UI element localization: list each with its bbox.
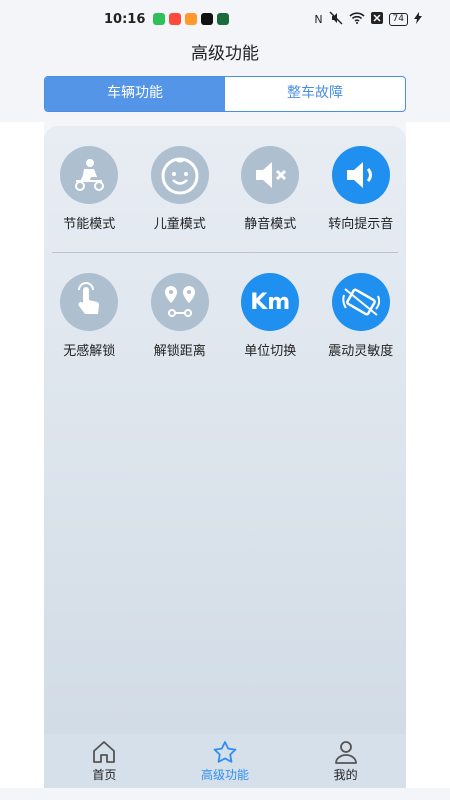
nfc-icon: N	[314, 12, 323, 26]
feature-turn-sound[interactable]: 转向提示音	[316, 146, 407, 232]
eco-scooter-icon	[60, 146, 119, 204]
mute-speaker-icon	[241, 146, 300, 204]
notification-app-icon	[153, 13, 166, 25]
feature-label: 儿童模式	[153, 217, 206, 232]
child-face-icon	[150, 146, 209, 204]
feature-unlock-distance[interactable]: 解锁距离	[135, 273, 226, 359]
nav-profile[interactable]: 我的	[285, 734, 406, 788]
star-icon	[213, 740, 237, 763]
notification-app-icon	[185, 13, 198, 25]
feature-label: 静音模式	[244, 217, 297, 232]
notification-app-icon	[201, 13, 214, 25]
feature-panel: 节能模式 儿童模式 静音模式 转向提示音 无感解锁 解锁距离 Km 单位切换 震…	[44, 126, 406, 734]
feature-row: 无感解锁 解锁距离 Km 单位切换 震动灵敏度	[44, 273, 406, 359]
left-margin	[0, 122, 44, 792]
charging-icon	[414, 11, 422, 27]
feature-unit-switch[interactable]: Km 单位切换	[225, 273, 316, 359]
feature-touch-unlock[interactable]: 无感解锁	[44, 273, 135, 359]
feature-eco-mode[interactable]: 节能模式	[44, 146, 135, 232]
nav-label: 我的	[333, 767, 358, 782]
nav-label: 首页	[92, 767, 117, 782]
app-screen: 10:16 N 74 高级功能 车辆功能 整车故障 节能模式 儿童模式 静音模式…	[0, 0, 450, 800]
feature-child-mode[interactable]: 儿童模式	[135, 146, 226, 232]
feature-mute-mode[interactable]: 静音模式	[225, 146, 316, 232]
feature-row: 节能模式 儿童模式 静音模式 转向提示音	[44, 146, 406, 232]
battery-indicator: 74	[388, 12, 408, 26]
system-gesture-bar	[0, 788, 450, 800]
status-right: N 74	[314, 11, 422, 28]
distance-pins-icon	[150, 273, 209, 331]
status-bar: 10:16 N 74	[0, 0, 450, 38]
page-title: 高级功能	[191, 44, 259, 64]
nav-advanced[interactable]: 高级功能	[165, 734, 286, 788]
feature-label: 解锁距离	[153, 344, 206, 359]
wifi-icon	[348, 11, 365, 27]
status-time: 10:16	[104, 11, 146, 27]
tab-vehicle-functions[interactable]: 车辆功能	[45, 77, 225, 111]
right-margin	[406, 122, 450, 792]
feature-label: 单位切换	[244, 344, 297, 359]
tab-vehicle-faults[interactable]: 整车故障	[225, 77, 405, 111]
nav-home[interactable]: 首页	[44, 734, 165, 788]
speaker-sound-icon	[331, 146, 390, 204]
feature-vibration-sensitivity[interactable]: 震动灵敏度	[316, 273, 407, 359]
touch-unlock-icon	[60, 273, 119, 331]
feature-label: 无感解锁	[63, 344, 116, 359]
feature-label: 震动灵敏度	[328, 344, 394, 359]
mute-icon	[329, 11, 343, 28]
notification-app-icon	[169, 13, 182, 25]
vibration-phone-icon	[331, 273, 390, 331]
notification-app-icon	[217, 13, 230, 25]
km-unit-icon: Km	[241, 273, 300, 331]
home-icon	[93, 740, 116, 763]
section-divider	[52, 252, 398, 253]
feature-label: 转向提示音	[328, 217, 394, 232]
user-icon	[334, 740, 357, 764]
km-icon-text: Km	[250, 289, 291, 315]
no-sim-icon	[370, 11, 383, 27]
feature-label: 节能模式	[63, 217, 116, 232]
nav-label: 高级功能	[201, 767, 250, 782]
bottom-navigation: 首页 高级功能 我的	[44, 734, 406, 788]
tab-bar: 车辆功能 整车故障	[44, 76, 406, 112]
